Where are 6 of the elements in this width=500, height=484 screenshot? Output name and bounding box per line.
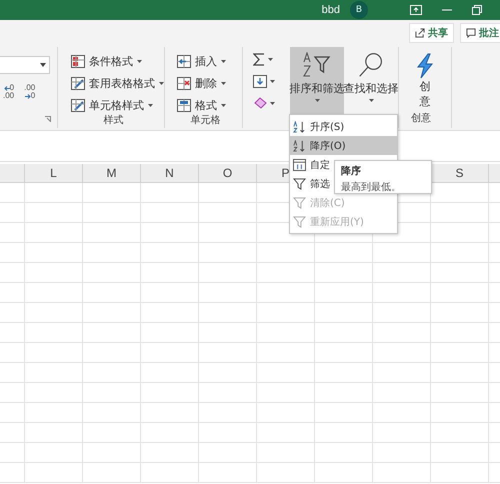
- tooltip-title: 降序: [341, 164, 362, 178]
- group-label: 创意: [411, 112, 432, 126]
- group-label: 单元格: [190, 114, 222, 128]
- group-label: 样式: [102, 114, 124, 128]
- user-name: bbd: [322, 4, 340, 16]
- tooltip-text: 最高到最低。: [341, 180, 402, 194]
